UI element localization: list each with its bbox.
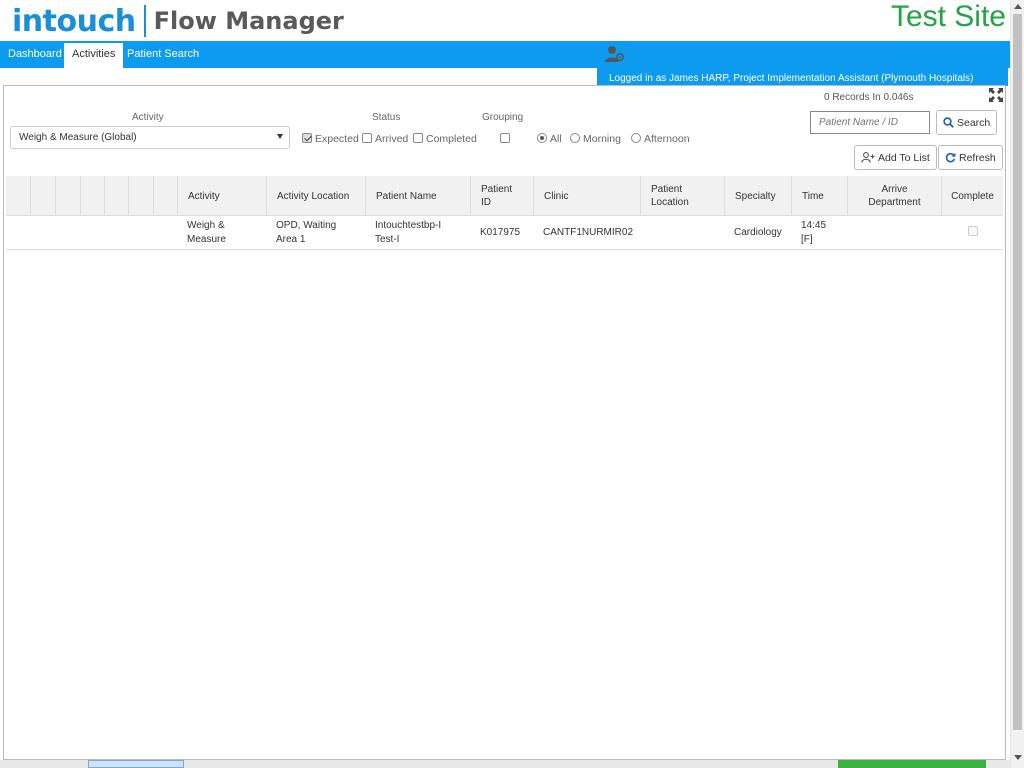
logo-product: Flow Manager (153, 7, 344, 35)
tab-dashboard[interactable]: Dashboard (0, 43, 70, 68)
status-arrived-label: Arrived (375, 133, 409, 145)
cell-patient-location (640, 216, 724, 250)
status-arrived-checkbox[interactable] (362, 133, 372, 143)
background-banner-shape (838, 760, 986, 768)
scroll-thumb[interactable] (1013, 14, 1022, 730)
time-all-label: All (550, 133, 562, 145)
tab-activities[interactable]: Activities (64, 43, 124, 68)
add-user-icon (861, 152, 875, 163)
status-expected-checkbox[interactable] (302, 133, 312, 143)
column-header-clinic[interactable]: Clinic (533, 176, 640, 216)
cell-arrive-department (847, 216, 941, 250)
blank-column-header (153, 176, 177, 216)
cell-clinic: CANTF1NURMIR02 (543, 227, 634, 238)
cell-activity-text: Weigh & Measure (187, 220, 226, 245)
cell-patient-name: Intouchtestbp-I Test-I (365, 216, 470, 250)
time-morning-radio[interactable] (570, 133, 580, 143)
activity-label: Activity (132, 112, 164, 123)
logged-in-text: Logged in as James HARP, Project Impleme… (609, 73, 974, 84)
blank-column-header (104, 176, 128, 216)
time-all-radio[interactable] (537, 133, 547, 143)
status-label: Status (372, 112, 401, 123)
cell-activity-location-text: OPD, Waiting Area 1 (276, 220, 337, 245)
activities-panel: 0 Records In 0.046s Activity Weigh & Mea… (3, 85, 1006, 760)
column-header-patient-location-label: Patient Location (651, 184, 689, 208)
search-icon (943, 117, 954, 128)
background-tab-shape (88, 760, 184, 768)
user-settings-icon[interactable] (605, 45, 625, 63)
status-completed-checkbox[interactable] (413, 133, 423, 143)
time-afternoon-label: Afternoon (644, 133, 690, 145)
app-logo: intouch Flow Manager (12, 3, 344, 39)
refresh-button-label: Refresh (959, 151, 996, 164)
column-header-activity-location[interactable]: Activity Location (266, 176, 365, 216)
cell-time: 14:45 [F] (791, 216, 847, 250)
scroll-down-icon[interactable] (1014, 755, 1022, 760)
add-to-list-label: Add To List (878, 151, 930, 164)
time-morning-label: Morning (583, 133, 621, 145)
activities-table-header: Activity Activity Location Patient Name … (6, 176, 1003, 216)
search-button-label: Search (957, 116, 991, 129)
status-completed-label: Completed (426, 133, 477, 145)
background-page-strip (0, 760, 1010, 768)
add-to-list-button[interactable]: Add To List (854, 145, 937, 170)
cell-patient-name-text: Intouchtestbp-I Test-I (375, 220, 442, 245)
cell-time-text: 14:45 [F] (801, 220, 827, 245)
site-label: Test Site (890, 0, 1006, 33)
status-expected-label: Expected (315, 133, 359, 145)
logo-brand: intouch (12, 3, 136, 39)
chevron-down-icon (277, 134, 283, 139)
page-scrollbar[interactable] (1010, 0, 1024, 768)
refresh-button[interactable]: Refresh (938, 145, 1003, 170)
complete-checkbox[interactable] (968, 226, 978, 236)
blank-column-header (80, 176, 104, 216)
activity-select[interactable]: Weigh & Measure (Global) (10, 126, 290, 149)
tab-patient-search[interactable]: Patient Search (119, 43, 207, 68)
app-header: intouch Flow Manager Test Site (0, 0, 1010, 42)
column-header-patient-location[interactable]: Patient Location (640, 176, 724, 216)
grouping-checkbox[interactable] (500, 133, 510, 143)
column-header-activity[interactable]: Activity (177, 176, 266, 216)
column-header-patient-id-label: Patient ID (481, 184, 513, 208)
activity-select-value: Weigh & Measure (Global) (19, 132, 137, 143)
blank-column-header (30, 176, 55, 216)
column-header-arrive-department[interactable]: Arrive Department (847, 176, 941, 216)
records-count: 0 Records In 0.046s (824, 92, 914, 103)
user-bar: Logged in as James HARP, Project Impleme… (597, 41, 1008, 86)
column-header-arrive-department-label: Arrive Department (868, 184, 921, 208)
refresh-icon (945, 152, 956, 163)
cell-specialty: Cardiology (734, 227, 782, 238)
blank-column-header (55, 176, 80, 216)
cell-activity-location: OPD, Waiting Area 1 (266, 216, 365, 250)
cell-activity: Weigh & Measure (177, 216, 266, 250)
patient-search-input[interactable] (810, 111, 930, 134)
expand-icon[interactable] (989, 88, 1003, 102)
logo-divider (143, 5, 146, 37)
time-afternoon-radio[interactable] (631, 133, 641, 143)
grouping-label: Grouping (482, 112, 524, 123)
column-header-specialty[interactable]: Specialty (724, 176, 791, 216)
column-header-patient-id[interactable]: Patient ID (470, 176, 533, 216)
column-header-patient-name[interactable]: Patient Name (365, 176, 470, 216)
table-row[interactable]: Weigh & Measure OPD, Waiting Area 1 Into… (6, 216, 1003, 250)
scroll-up-icon[interactable] (1014, 4, 1022, 9)
cell-patient-id: K017975 (480, 227, 521, 238)
blank-column-header (6, 176, 30, 216)
search-button[interactable]: Search (936, 110, 998, 135)
column-header-time[interactable]: Time (791, 176, 847, 216)
column-header-complete[interactable]: Complete (941, 176, 1003, 216)
blank-column-header (128, 176, 153, 216)
